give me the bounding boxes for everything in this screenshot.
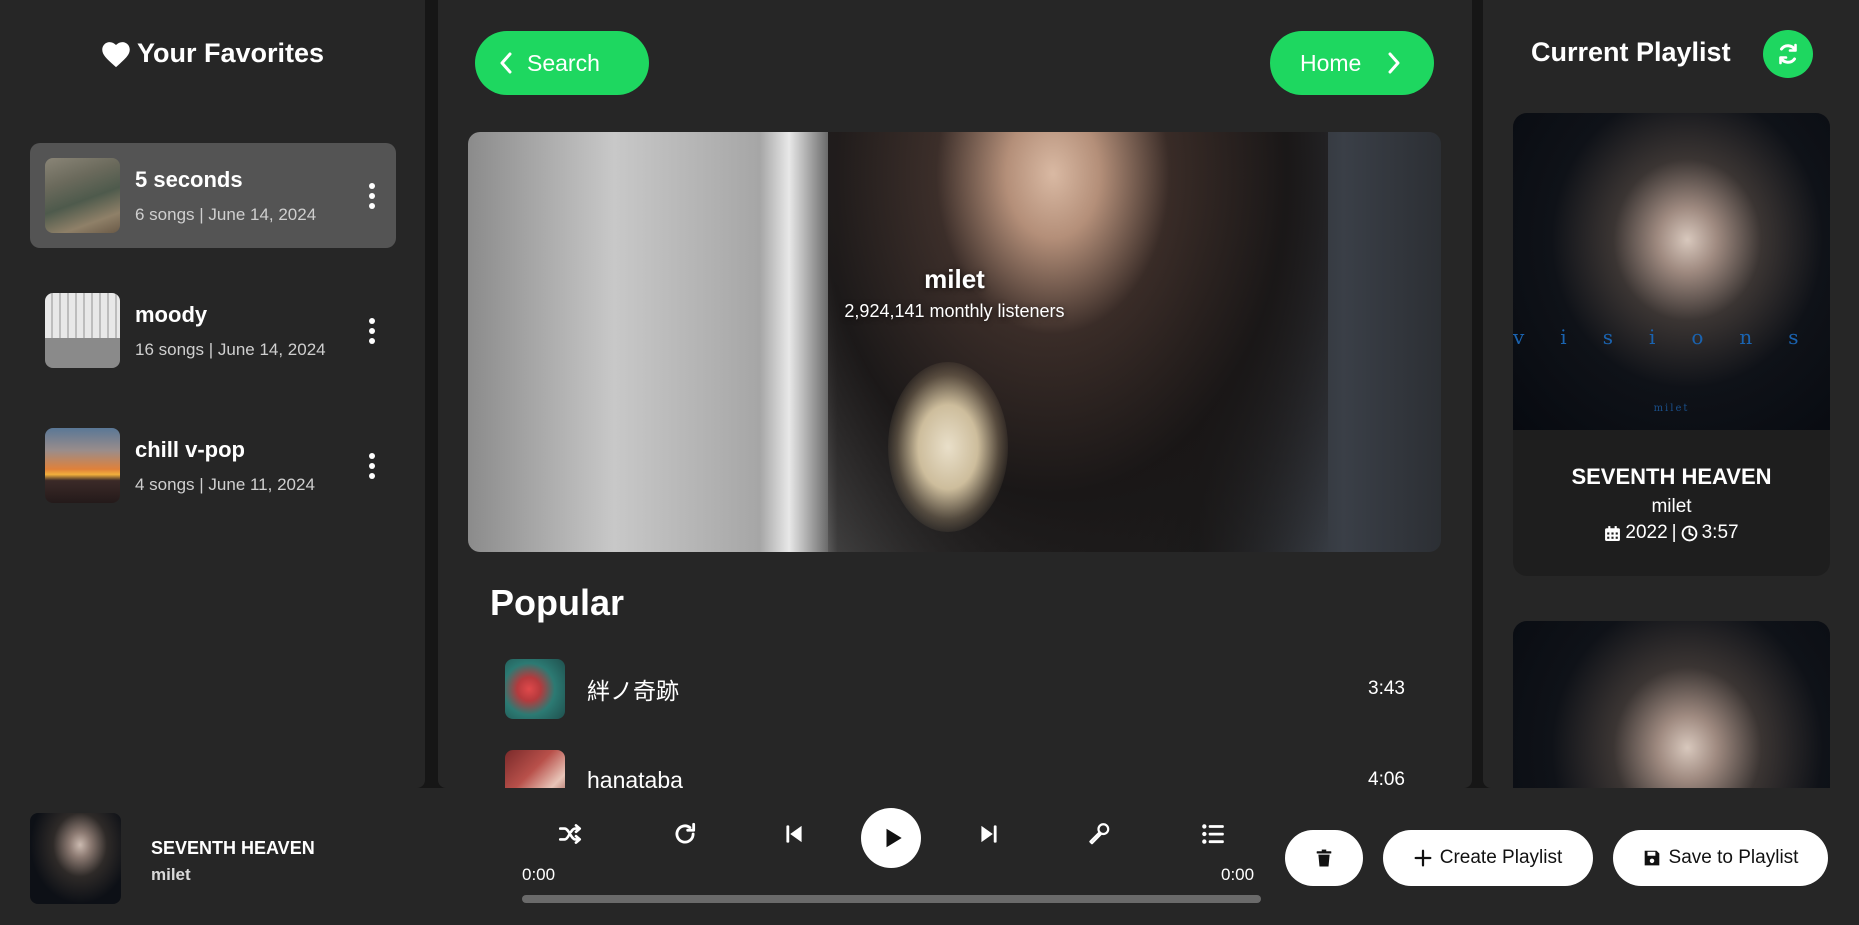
play-icon (886, 828, 902, 848)
next-button[interactable] (969, 814, 1009, 854)
plus-icon (1414, 849, 1432, 867)
track-artist: milet (1651, 496, 1692, 517)
clock-icon (1681, 525, 1697, 541)
chevron-left-icon (500, 52, 512, 74)
skip-forward-icon (981, 825, 997, 843)
album-art: visions milet (1513, 113, 1830, 430)
microphone-icon (1089, 823, 1110, 845)
previous-button[interactable] (774, 814, 814, 854)
album-art-title: visions (1513, 325, 1830, 349)
repeat-button[interactable] (665, 814, 705, 854)
playlist-cover (45, 293, 120, 368)
popular-heading: Popular (490, 582, 625, 623)
favorite-meta: 16 songs | June 14, 2024 (135, 339, 326, 359)
more-options-icon[interactable] (362, 316, 382, 346)
favorite-item-moody[interactable]: moody 16 songs | June 14, 2024 (30, 278, 396, 383)
artist-page: Search Home milet 2,924,141 monthly list… (438, 0, 1472, 788)
favorite-name: moody (135, 301, 208, 327)
more-options-icon[interactable] (362, 181, 382, 211)
save-to-playlist-button[interactable]: Save to Playlist (1613, 830, 1828, 886)
refresh-button[interactable] (1763, 30, 1813, 78)
favorites-panel: Your Favorites 5 seconds 6 songs | June … (0, 0, 425, 788)
current-time: 0:00 (522, 865, 556, 884)
favorite-meta: 6 songs | June 14, 2024 (135, 204, 317, 224)
song-duration: 4:06 (1368, 769, 1405, 788)
track-title: SEVENTH HEAVEN (1571, 464, 1772, 489)
artist-name: milet (924, 264, 985, 294)
player-bar: SEVENTH HEAVEN milet 0:00 0:00 Create Pl… (0, 788, 1859, 925)
create-playlist-label: Create Playlist (1439, 847, 1563, 868)
delete-button[interactable] (1285, 830, 1363, 886)
song-row[interactable]: 絆ノ奇跡 3:43 (505, 659, 1405, 719)
trash-icon (1316, 849, 1332, 867)
song-cover (505, 659, 565, 719)
favorite-name: chill v-pop (135, 436, 245, 462)
floppy-disk-icon (1644, 850, 1659, 866)
shuffle-button[interactable] (550, 814, 590, 854)
now-playing-title: SEVENTH HEAVEN (151, 838, 315, 858)
favorites-header: Your Favorites (0, 38, 425, 69)
meta-separator: | (1671, 522, 1677, 543)
monthly-listeners: 2,924,141 monthly listeners (844, 301, 1065, 321)
track-duration: 3:57 (1701, 522, 1739, 543)
play-button[interactable] (861, 808, 921, 868)
song-row[interactable]: hanataba 4:06 (505, 750, 1405, 788)
favorite-item-chill-v-pop[interactable]: chill v-pop 4 songs | June 11, 2024 (30, 413, 396, 518)
lyrics-button[interactable] (1079, 814, 1119, 854)
forward-to-home-button[interactable]: Home (1270, 31, 1434, 95)
favorite-name: 5 seconds (135, 166, 243, 192)
playlist-cover (45, 158, 120, 233)
queue-button[interactable] (1193, 814, 1233, 854)
now-playing-artist: milet (151, 865, 191, 884)
current-playlist-title: Current Playlist (1531, 37, 1731, 67)
playlist-card[interactable]: visions milet SEVENTH HEAVEN milet 2022 … (1513, 113, 1830, 576)
track-year: 2022 (1625, 522, 1668, 543)
calendar-icon (1605, 525, 1621, 541)
now-playing-art (30, 813, 121, 904)
create-playlist-button[interactable]: Create Playlist (1383, 830, 1593, 886)
back-label: Search (527, 49, 600, 76)
favorites-title: Your Favorites (136, 38, 325, 68)
song-cover (505, 750, 565, 788)
favorite-meta: 4 songs | June 11, 2024 (135, 474, 315, 494)
total-time: 0:00 (1221, 865, 1255, 884)
shuffle-icon (558, 824, 582, 844)
progress-bar[interactable] (522, 895, 1261, 903)
back-to-search-button[interactable]: Search (475, 31, 649, 95)
song-duration: 3:43 (1368, 678, 1405, 699)
more-options-icon[interactable] (362, 451, 382, 481)
track-meta: 2022 | 3:57 (1513, 522, 1830, 544)
skip-back-icon (786, 825, 802, 843)
song-title: 絆ノ奇跡 (587, 678, 679, 704)
list-icon (1202, 824, 1224, 844)
chevron-right-icon (1388, 52, 1400, 74)
song-title: hanataba (587, 766, 683, 789)
forward-label: Home (1300, 49, 1362, 76)
artist-photo-flower (888, 362, 1008, 532)
playlist-cover (45, 428, 120, 503)
album-art (1513, 621, 1830, 788)
album-art-artist: milet (1653, 403, 1690, 414)
current-playlist-panel: Current Playlist visions milet SEVENTH H… (1483, 0, 1859, 788)
repeat-icon (675, 822, 696, 844)
save-to-playlist-label: Save to Playlist (1668, 847, 1799, 868)
refresh-icon (1779, 43, 1797, 65)
music-app: Your Favorites 5 seconds 6 songs | June … (0, 0, 1859, 925)
heart-icon (102, 41, 130, 67)
artist-hero-banner: milet 2,924,141 monthly listeners (468, 132, 1441, 552)
playlist-card[interactable] (1513, 621, 1830, 788)
favorite-item-5-seconds[interactable]: 5 seconds 6 songs | June 14, 2024 (30, 143, 396, 248)
